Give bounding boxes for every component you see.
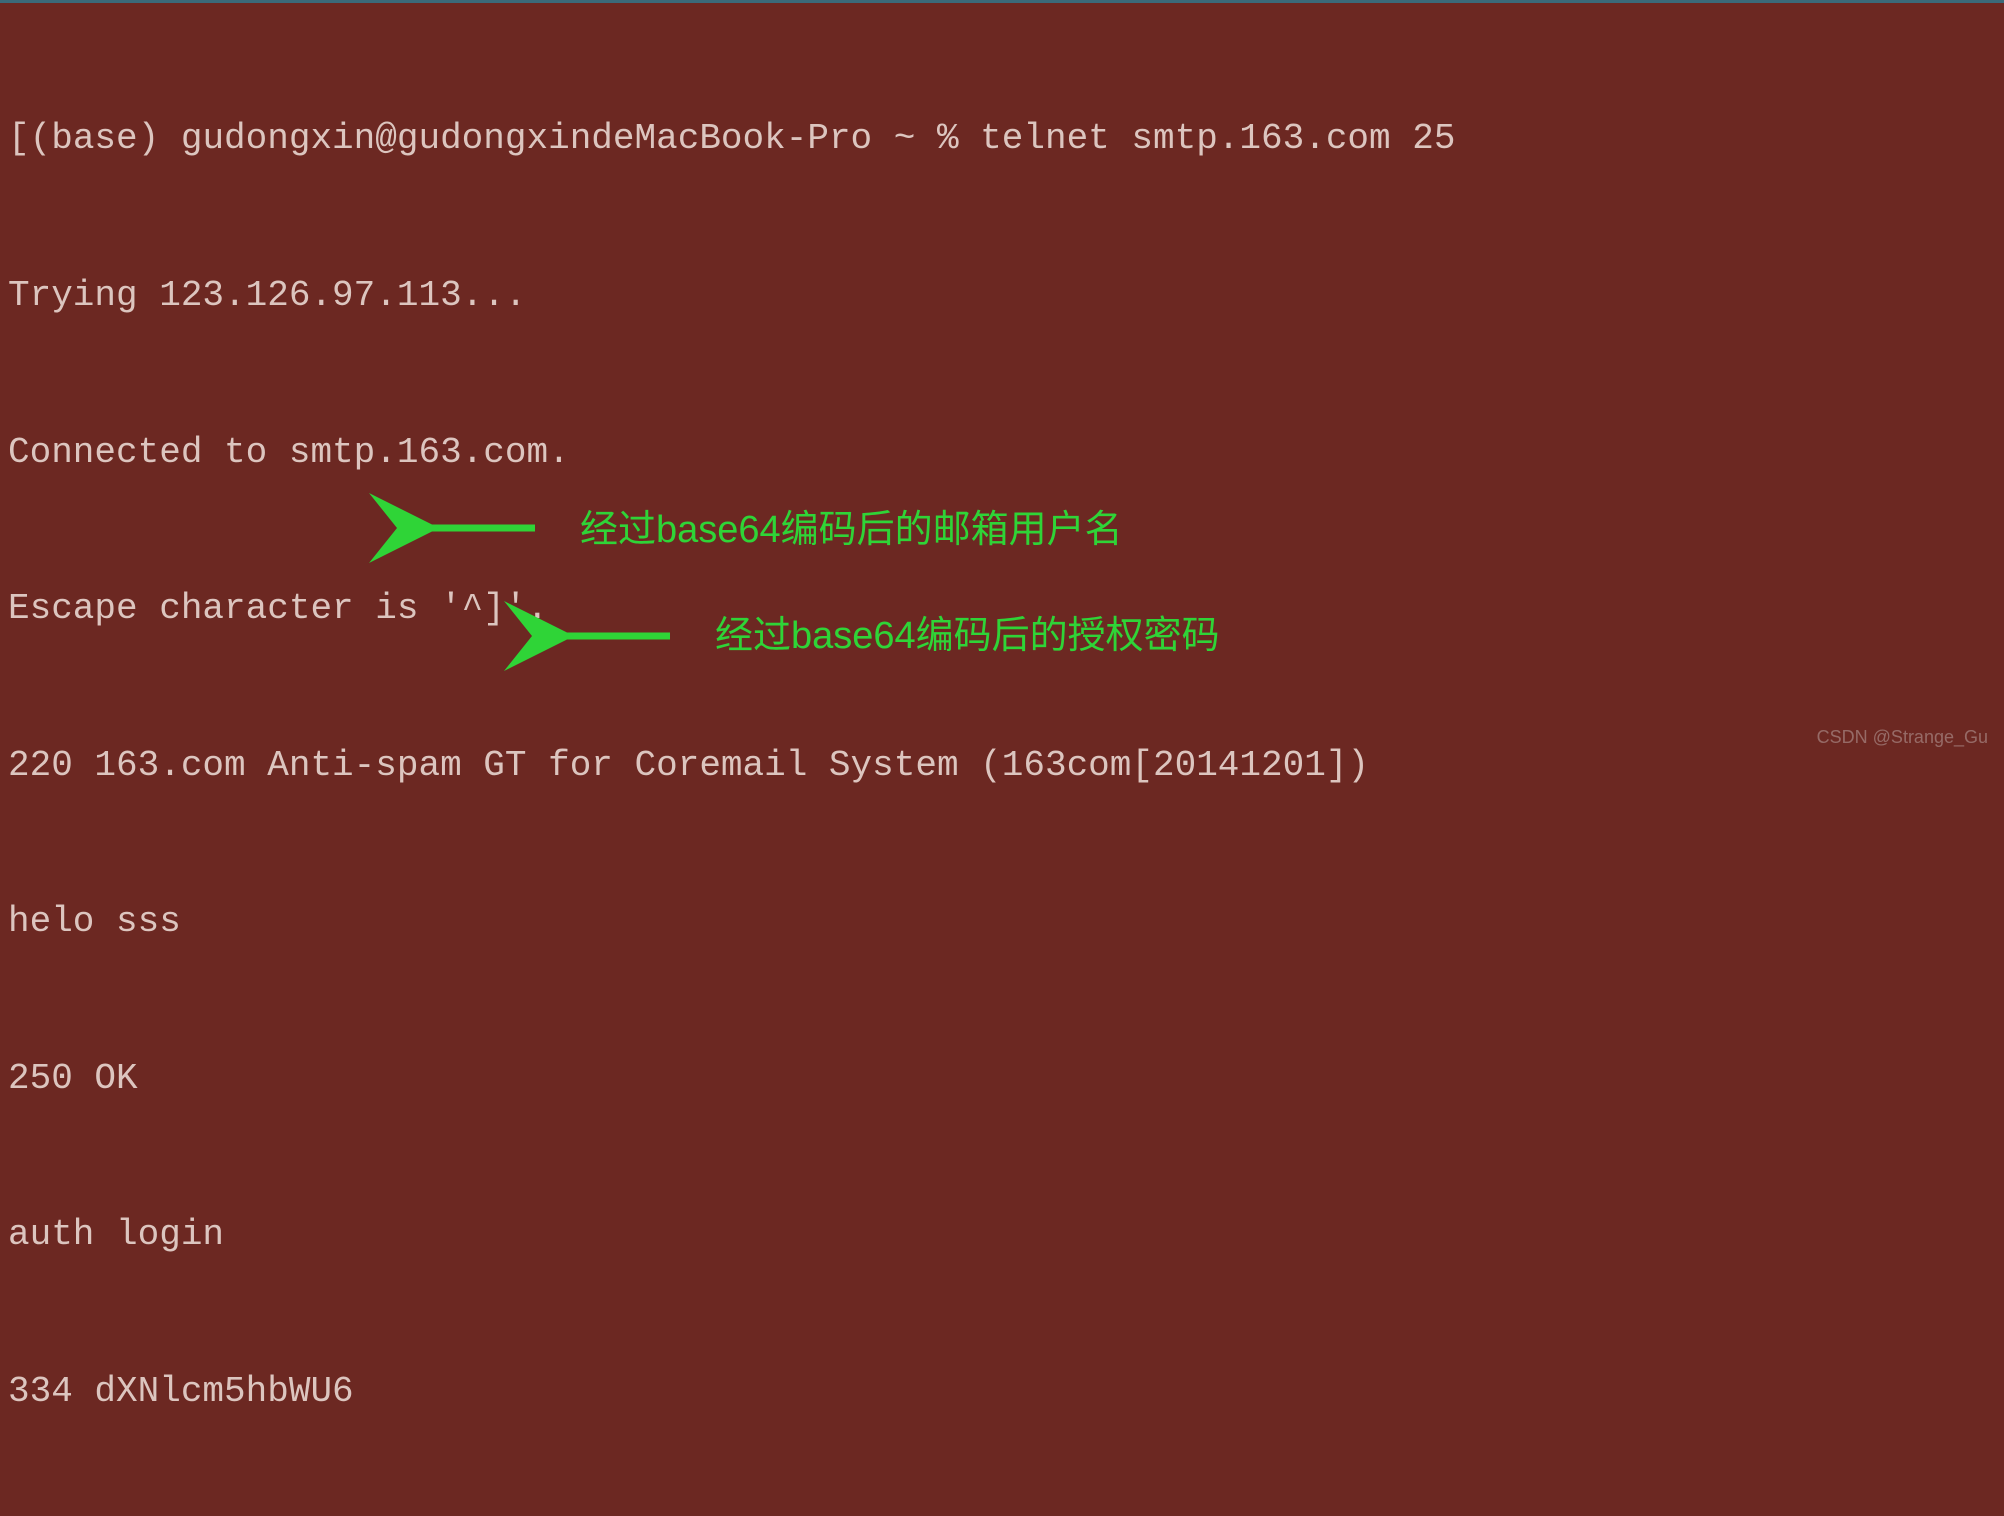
output-line: Connected to smtp.163.com. xyxy=(8,427,1996,479)
bracket-char: [ xyxy=(8,118,30,159)
prompt-line: [(base) gudongxin@gudongxindeMacBook-Pro… xyxy=(8,113,1996,165)
output-line: Escape character is '^]'. xyxy=(8,583,1996,635)
output-line: Trying 123.126.97.113... xyxy=(8,270,1996,322)
input-line: helo sss xyxy=(8,896,1996,948)
input-line: auth login xyxy=(8,1209,1996,1261)
terminal-output[interactable]: [(base) gudongxin@gudongxindeMacBook-Pro… xyxy=(0,3,2004,1516)
output-line: 334 dXNlcm5hbWU6 xyxy=(8,1366,1996,1418)
output-line: 250 OK xyxy=(8,1053,1996,1105)
shell-prompt: (base) gudongxin@gudongxindeMacBook-Pro … xyxy=(30,118,1456,159)
output-line: 220 163.com Anti-spam GT for Coremail Sy… xyxy=(8,740,1996,792)
watermark: CSDN @Strange_Gu xyxy=(1817,724,1988,750)
